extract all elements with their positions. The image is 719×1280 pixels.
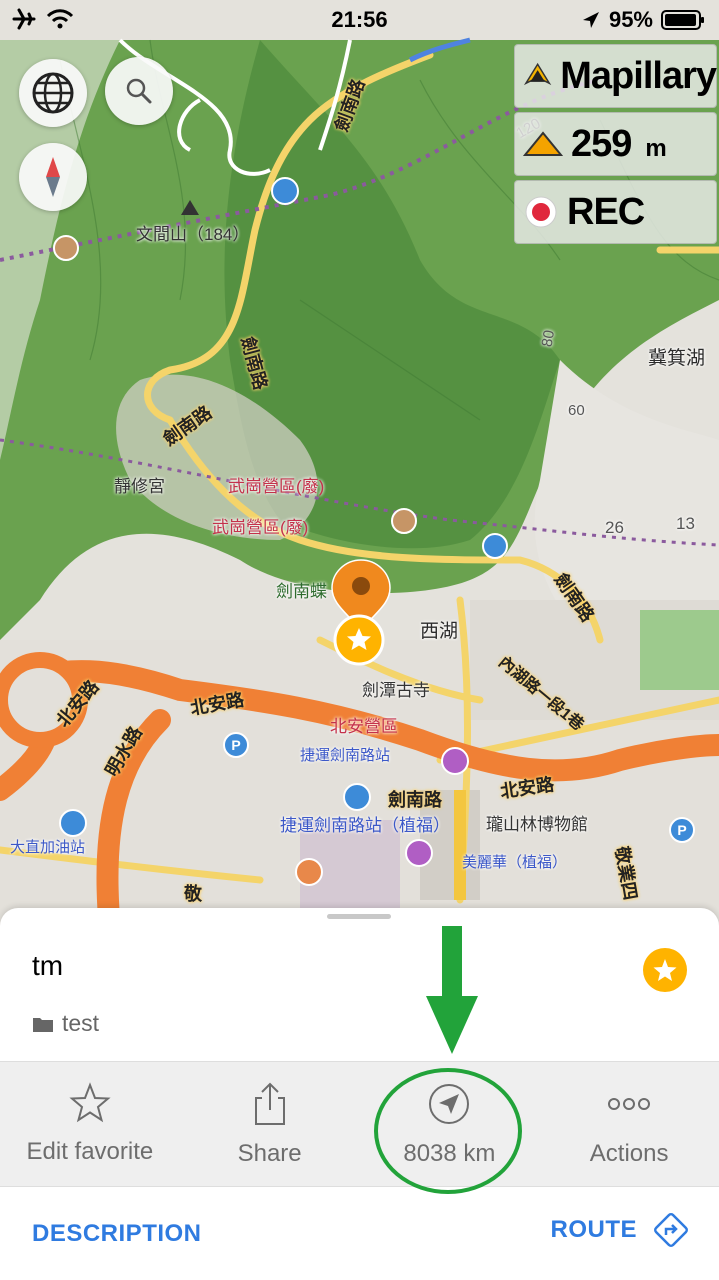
location-arrow-icon	[582, 12, 599, 28]
star-icon	[653, 959, 677, 981]
selected-location-pin-icon[interactable]	[330, 558, 392, 668]
annotation-highlight-ellipse	[374, 1068, 522, 1194]
poi-label: 捷運劍南路站	[300, 747, 391, 764]
route-diamond-icon	[654, 1213, 688, 1247]
edit-favorite-label: Edit favorite	[26, 1138, 154, 1165]
rec-label: REC	[567, 190, 645, 233]
compass-button[interactable]	[19, 143, 87, 211]
favorite-star-badge	[643, 948, 687, 992]
favorite-group: test	[32, 1010, 99, 1037]
shop-icon[interactable]	[440, 746, 470, 776]
mapillary-label: Mapillary	[560, 54, 717, 97]
mapillary-widget[interactable]: Mapillary	[514, 44, 717, 108]
parking-icon[interactable]: P	[222, 731, 250, 759]
number-label: 26	[605, 518, 624, 537]
edit-favorite-button[interactable]: Edit favorite	[0, 1062, 180, 1186]
number-label: 13	[676, 514, 695, 533]
bus-icon[interactable]	[342, 782, 372, 812]
compass-icon	[46, 157, 60, 197]
route-label: ROUTE	[550, 1216, 637, 1243]
map-widgets-panel: Mapillary 259 m REC	[514, 44, 717, 248]
favorite-group-name: test	[62, 1010, 100, 1036]
actions-menu-button[interactable]: Actions	[539, 1062, 719, 1186]
poi-label: 捷運劍南路站（植福）	[280, 816, 450, 835]
road-label: 敬	[184, 884, 202, 904]
poi-label: 劍潭古寺	[362, 681, 430, 700]
search-button[interactable]	[105, 57, 173, 125]
contour-label: 80	[538, 328, 559, 349]
altitude-unit: m	[645, 135, 667, 162]
share-label: Share	[237, 1140, 302, 1167]
mountain-icon	[523, 131, 563, 156]
map-layers-button[interactable]	[19, 59, 87, 127]
folder-icon	[33, 1017, 53, 1032]
share-icon	[254, 1082, 285, 1125]
poi-label: 武崗營區(廢)	[228, 477, 325, 496]
actions-label: Actions	[589, 1140, 669, 1167]
poi-label: 靜修宮	[114, 477, 165, 496]
place-label: 西湖	[420, 621, 459, 642]
recording-widget[interactable]: REC	[514, 180, 717, 244]
battery-icon	[661, 10, 704, 30]
poi-label: 武崗營區(廢)	[212, 518, 309, 537]
contour-label: 60	[568, 402, 585, 419]
svg-text:P: P	[231, 737, 240, 753]
route-button[interactable]: ROUTE	[551, 1210, 692, 1250]
status-right: 95%	[581, 7, 705, 33]
favorite-detail-sheet[interactable]: tm test Edit favorite Share 8038 km Acti…	[0, 908, 719, 1280]
poi-label: 北安營區	[330, 717, 398, 736]
peak-icon	[181, 200, 199, 215]
poi-label: 美麗華（植福）	[462, 854, 568, 871]
description-button[interactable]: DESCRIPTION	[32, 1220, 202, 1248]
more-dots-icon	[608, 1098, 651, 1110]
poi-label: 大直加油站	[10, 839, 86, 856]
map-view[interactable]: 劍南路 文間山（184） 劍南路 劍南路 靜修宮 武崗營區(廢) 武崗營區(廢)…	[0, 0, 719, 930]
annotation-arrow-icon	[426, 926, 478, 1054]
star-outline-icon	[69, 1082, 111, 1123]
favorite-title: tm	[32, 950, 64, 981]
poi-label: 瓏山林博物館	[486, 815, 588, 834]
peak-label: 文間山（184）	[136, 225, 250, 244]
action-bar: Edit favorite Share 8038 km Actions	[0, 1061, 719, 1187]
sheet-grabber[interactable]	[327, 914, 391, 919]
parking-icon[interactable]: P	[668, 816, 696, 844]
mapillary-icon	[523, 62, 552, 86]
svg-text:P: P	[677, 822, 686, 838]
lake-label: 冀箕湖	[648, 348, 706, 369]
road-label: 劍南路	[388, 790, 442, 810]
poi-icon[interactable]	[52, 234, 80, 262]
status-bar: 21:56 95%	[0, 0, 719, 40]
altitude-value: 259	[571, 122, 632, 165]
altitude-widget[interactable]: 259 m	[514, 112, 717, 176]
record-icon	[525, 196, 557, 228]
poi-icon[interactable]	[390, 507, 418, 535]
search-icon	[126, 78, 152, 104]
poi-icon[interactable]	[270, 176, 300, 206]
globe-icon	[32, 72, 74, 114]
sheet-bottom-bar: DESCRIPTION ROUTE	[0, 1188, 719, 1280]
battery-percent: 95%	[608, 7, 653, 32]
restaurant-icon[interactable]	[294, 857, 324, 887]
shop-icon[interactable]	[404, 838, 434, 868]
fuel-icon[interactable]	[58, 808, 88, 838]
poi-label: 劍南蝶	[276, 582, 327, 601]
share-button[interactable]: Share	[180, 1062, 360, 1186]
poi-icon[interactable]	[481, 532, 509, 560]
